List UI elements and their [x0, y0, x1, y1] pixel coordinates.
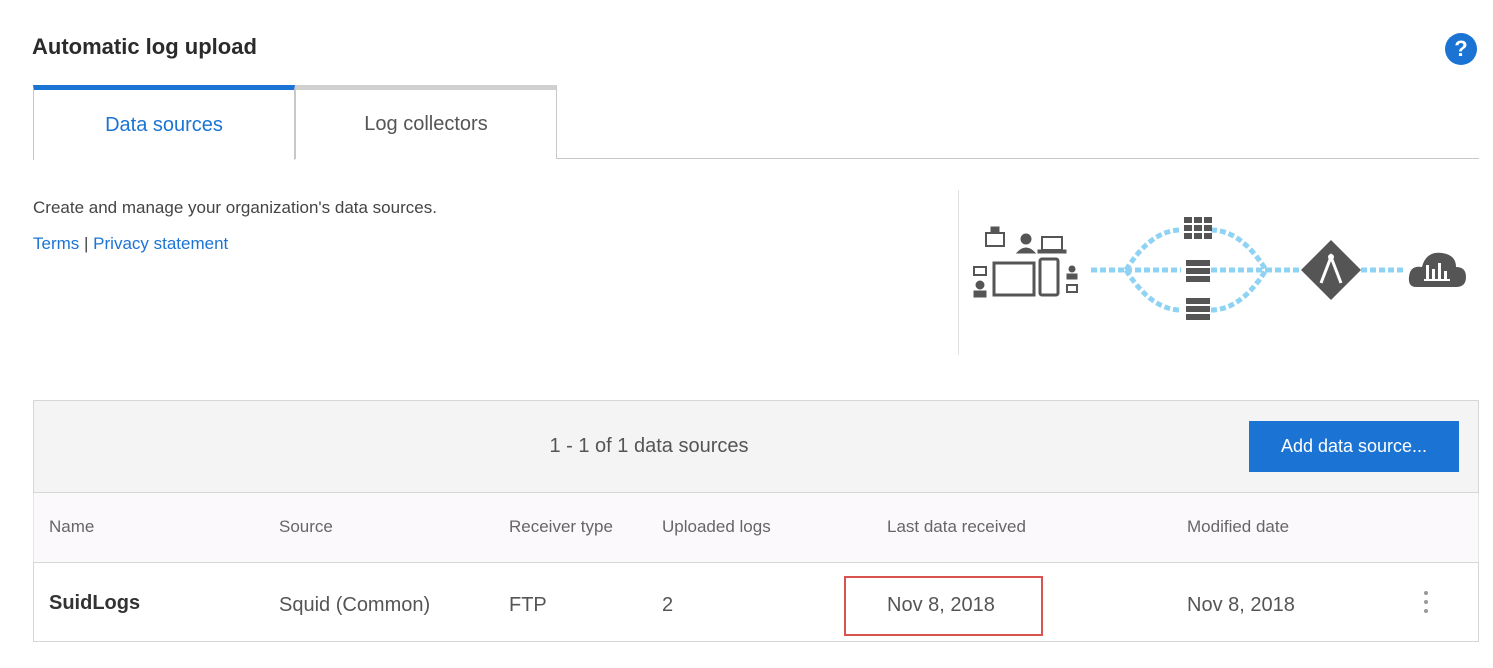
tab-log-collectors[interactable]: Log collectors: [295, 85, 557, 159]
cell-name: SuidLogs: [49, 592, 141, 614]
column-header-receiver-type[interactable]: Receiver type: [509, 517, 613, 537]
more-options-icon[interactable]: [1421, 591, 1431, 617]
link-separator: |: [84, 234, 89, 253]
page-title: Automatic log upload: [32, 34, 257, 59]
cell-receiver-type: FTP: [509, 594, 547, 616]
table-header: Name Source Receiver type Uploaded logs …: [33, 493, 1479, 562]
toolbar-panel: 1 - 1 of 1 data sources Add data source.…: [33, 400, 1479, 493]
log-collector-icon: [1301, 240, 1361, 300]
column-header-uploaded-logs[interactable]: Uploaded logs: [662, 517, 771, 537]
help-icon[interactable]: ?: [1445, 33, 1477, 65]
add-data-source-button[interactable]: Add data source...: [1249, 421, 1459, 472]
cell-uploaded-logs: 2: [662, 594, 674, 616]
cell-source: Squid (Common): [279, 594, 431, 616]
cell-last-data-received: Nov 8, 2018: [887, 594, 995, 616]
cell-modified-date: Nov 8, 2018: [1187, 594, 1295, 616]
legal-links: Terms | Privacy statement: [33, 234, 228, 254]
column-header-last-data-received[interactable]: Last data received: [887, 517, 1026, 537]
firewall-rack-icon: [1184, 217, 1212, 320]
result-count: 1 - 1 of 1 data sources: [549, 435, 749, 457]
cloud-analytics-icon: [1408, 252, 1466, 287]
divider: [958, 190, 959, 355]
tab-data-sources[interactable]: Data sources: [33, 85, 295, 160]
column-header-source[interactable]: Source: [279, 517, 333, 537]
column-header-name[interactable]: Name: [49, 517, 94, 537]
column-header-modified-date[interactable]: Modified date: [1187, 517, 1289, 537]
tab-bar: Data sources Log collectors: [33, 85, 1479, 160]
data-flow-illustration: [973, 217, 1466, 320]
terms-link[interactable]: Terms: [33, 234, 79, 253]
privacy-statement-link[interactable]: Privacy statement: [93, 234, 228, 253]
devices-icon: [973, 226, 1078, 298]
description-text: Create and manage your organization's da…: [33, 198, 437, 217]
table-row[interactable]: SuidLogs Squid (Common) FTP 2 Nov 8, 201…: [33, 562, 1479, 642]
